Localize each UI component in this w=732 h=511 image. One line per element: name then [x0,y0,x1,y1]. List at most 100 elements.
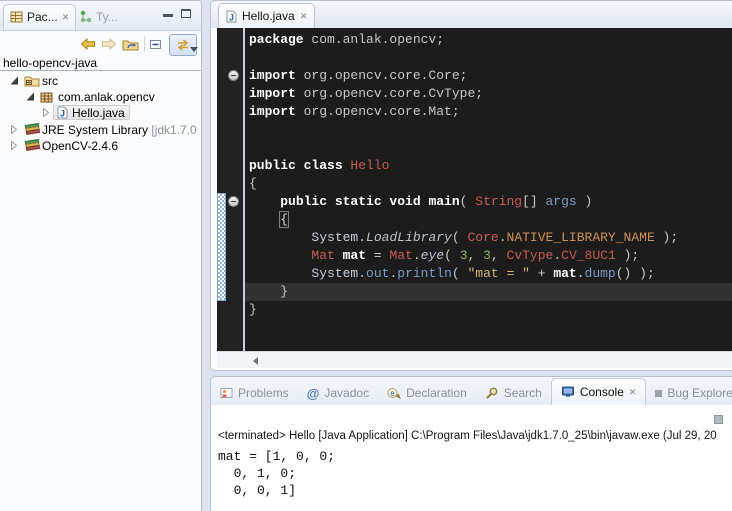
console-output-line: 0, 1, 0; [218,465,732,482]
console-panel: Problems @ Javadoc e Declaration Search … [210,376,732,511]
code-line[interactable] [245,121,732,139]
eclipse-workbench: Pac... Ty... [0,0,732,511]
tree-item-label: Hello.java [72,106,125,120]
editor-body: package com.anlak.opencv; import org.open… [211,28,732,351]
svg-text:J: J [60,109,65,119]
tree-item-label: JRE System Library [jdk1.7.0 [42,123,197,137]
tree-item-src[interactable]: src [0,73,201,89]
scroll-left-icon[interactable] [253,357,258,365]
fold-collapse-icon[interactable] [228,196,239,207]
range-indicator [217,193,226,301]
bug-icon [655,390,662,397]
library-version-suffix: [jdk1.7.0 [151,123,196,137]
code-line[interactable]: public class Hello [245,157,732,175]
javadoc-icon: @ [307,387,320,400]
code-line[interactable]: import org.opencv.core.CvType; [245,85,732,103]
tab-label: Ty... [96,10,118,24]
console-output-line: 0, 0, 1] [218,482,732,499]
type-hierarchy-icon [80,10,92,23]
search-icon [485,387,499,399]
tree-divider [0,70,201,71]
expanded-arrow-icon[interactable] [26,92,35,101]
link-with-editor-icon [175,38,191,52]
tab-javadoc[interactable]: @ Javadoc [298,381,378,405]
left-panel-tabbar: Pac... Ty... [0,1,201,31]
editor-tab-label: Hello.java [242,9,295,23]
code-line[interactable]: public static void main( String[] args ) [245,193,732,211]
code-line[interactable] [245,139,732,157]
code-line[interactable] [245,49,732,67]
tree-item-opencv-library[interactable]: OpenCV-2.4.6 [0,138,201,154]
collapse-all-icon [148,38,163,51]
declaration-icon: e [387,387,401,399]
code-line[interactable]: Mat mat = Mat.eye( 3, 3, CvType.CV_8UC1 … [245,247,732,265]
code-line[interactable]: import org.opencv.core.Core; [245,67,732,85]
code-line[interactable]: } [245,301,732,319]
collapsed-arrow-icon[interactable] [42,108,50,117]
code-line[interactable]: import org.opencv.core.Mat; [245,103,732,121]
code-line[interactable]: } [245,283,732,301]
code-line[interactable]: package com.anlak.opencv; [245,31,732,49]
code-line[interactable]: { [245,211,732,229]
library-icon [24,123,41,136]
close-icon[interactable] [300,12,308,21]
tree-item-jre-library[interactable]: JRE System Library [jdk1.7.0 [0,122,201,138]
toolbar-separator [144,36,145,52]
tab-search[interactable]: Search [476,381,551,405]
problems-icon [220,387,233,399]
editor-panel: J Hello.java package com.anlak.opencv; im… [210,0,732,371]
svg-text:J: J [229,12,234,22]
tab-label: Bug Explorer [667,386,732,400]
back-icon [80,38,96,50]
svg-text:e: e [390,389,395,398]
tab-label: Console [580,385,624,399]
tab-package-explorer[interactable]: Pac... [3,4,76,29]
console-output: mat = [1, 0, 0; 0, 1, 0; 0, 0, 1] [218,448,732,499]
tab-label: Problems [238,386,289,400]
fold-collapse-icon[interactable] [228,70,239,81]
console-output-line: mat = [1, 0, 0; [218,448,732,465]
editor-tab-hello-java[interactable]: J Hello.java [218,3,315,28]
tree-item-label: src [42,74,58,88]
code-line[interactable]: { [245,175,732,193]
forward-button[interactable] [101,34,117,54]
left-panel-toolbar [0,31,201,57]
back-button[interactable] [80,34,96,54]
forward-icon [101,38,117,50]
editor-fold-ruler[interactable] [217,28,243,351]
editor-horizontal-scrollbar[interactable] [217,351,732,368]
java-file-icon: J [226,10,237,23]
tab-problems[interactable]: Problems [211,381,298,405]
console-icon [561,386,575,398]
tab-label: Javadoc [324,386,369,400]
folder-up-icon [122,38,139,51]
console-content: <terminated> Hello [Java Application] C:… [211,405,732,511]
tab-console[interactable]: Console [551,378,647,405]
collapsed-arrow-icon[interactable] [10,141,18,150]
package-icon [40,92,53,103]
tab-declaration[interactable]: e Declaration [378,381,476,405]
view-menu-icon [190,47,198,52]
minimize-button[interactable] [163,9,173,17]
tab-bug-explorer[interactable]: Bug Explorer [646,381,732,405]
tree-item-hello-java[interactable]: J Hello.java [0,105,201,121]
code-line[interactable]: System.out.println( "mat = " + mat.dump(… [245,265,732,283]
tree-item-package[interactable]: com.anlak.opencv [0,89,201,105]
tab-label: Pac... [27,10,58,24]
expanded-arrow-icon[interactable] [10,76,19,85]
close-icon[interactable] [629,388,637,397]
editor-tabbar: J Hello.java [211,1,732,29]
editor-code[interactable]: package com.anlak.opencv; import org.open… [245,28,732,351]
tree-item-project[interactable]: hello-opencv-java [0,56,201,70]
library-icon [24,139,41,152]
console-title: <terminated> Hello [Java Application] C:… [218,430,732,442]
tab-type-hierarchy[interactable]: Ty... [74,4,124,29]
maximize-button[interactable] [181,9,191,18]
collapsed-arrow-icon[interactable] [10,125,18,134]
collapse-all-button[interactable] [148,34,163,54]
console-toolbar-button[interactable] [714,415,723,424]
package-explorer-icon [10,11,23,23]
code-line[interactable]: System.LoadLibrary( Core.NATIVE_LIBRARY_… [245,229,732,247]
close-icon[interactable] [62,13,70,22]
go-up-button[interactable] [122,34,139,54]
